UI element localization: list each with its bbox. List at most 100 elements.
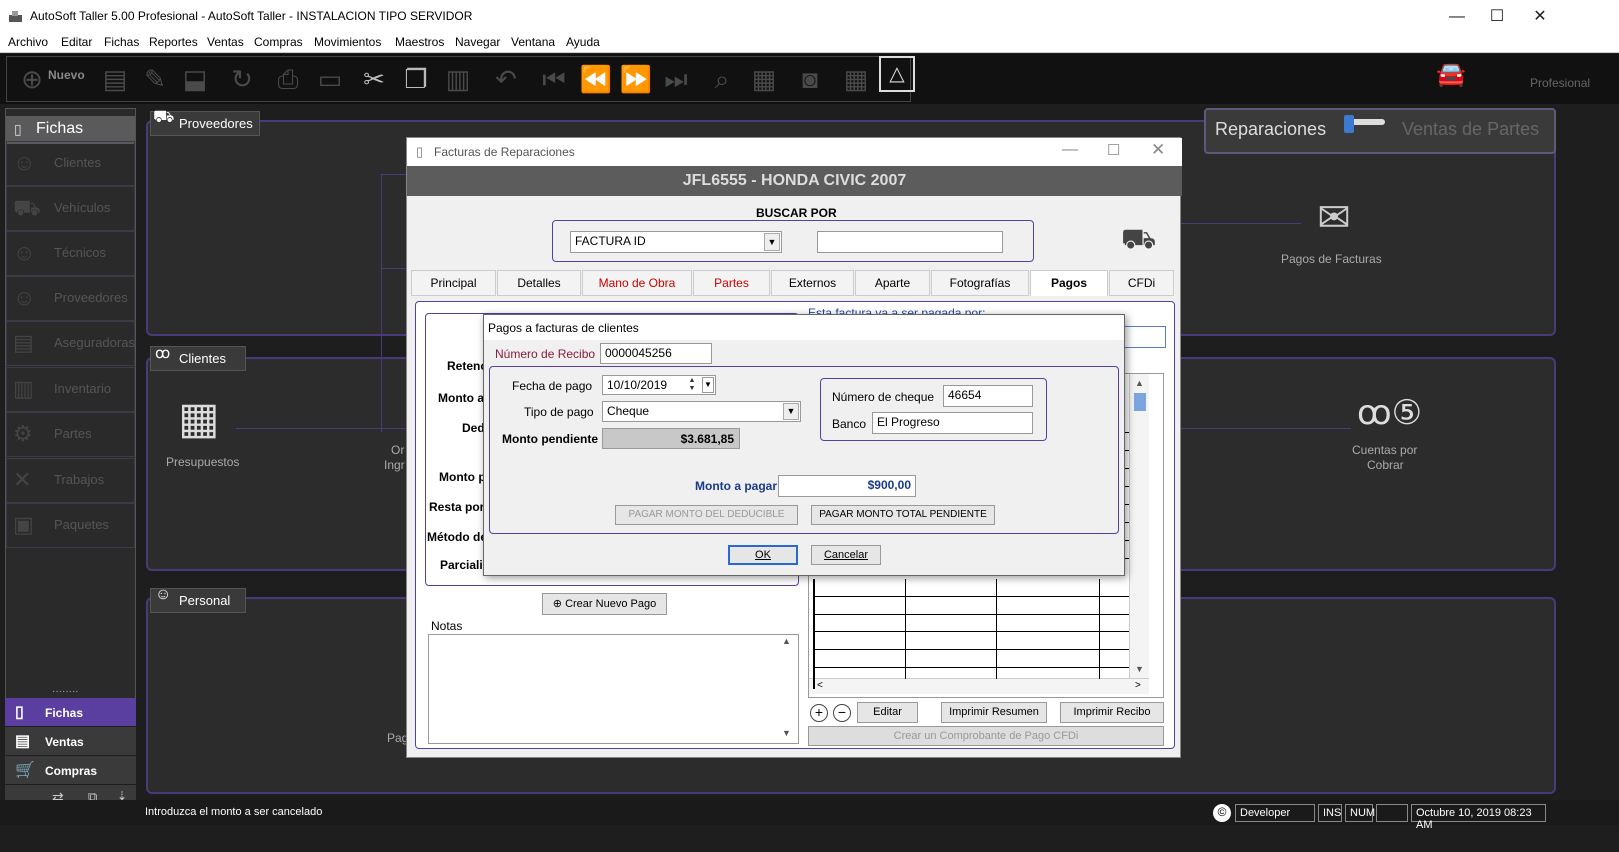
prev-record-icon[interactable]: ⏪ [576, 58, 616, 100]
toggle-knob[interactable] [1344, 115, 1354, 133]
scroll-up-icon[interactable]: ▲ [1135, 378, 1144, 388]
pagos-facturas-label[interactable]: Pagos de Facturas [1281, 252, 1382, 266]
refresh-icon[interactable]: ↻ [222, 58, 262, 100]
minimize-button[interactable]: — [1062, 141, 1078, 159]
crear-cfdi-button[interactable]: Crear un Comprobante de Pago CFDi [808, 726, 1164, 746]
paste-icon[interactable]: ▥ [438, 58, 478, 100]
banco-input[interactable]: El Progreso [872, 412, 1033, 434]
scroll-down-icon[interactable]: ▼ [1135, 664, 1144, 674]
nav-ventas-button[interactable]: ▤ Ventas [5, 727, 136, 755]
scroll-left-icon[interactable]: < [817, 680, 823, 691]
search-value-input[interactable] [817, 231, 1003, 253]
editar-button[interactable]: Editar [857, 702, 918, 723]
grid-hscrollbar[interactable]: < > [809, 678, 1149, 694]
alert-icon[interactable]: △ [879, 56, 915, 92]
resize-grip[interactable]: ········ [52, 686, 79, 697]
sidebar-item-partes[interactable]: ⚙ Partes [6, 412, 135, 457]
tab-cfdi[interactable]: CFDi [1109, 270, 1174, 296]
ok-button[interactable]: OK [728, 545, 798, 565]
menu-ayuda[interactable]: Ayuda [566, 35, 600, 49]
search-icon[interactable]: ⌕ [702, 58, 742, 100]
save-icon[interactable]: ⬓ [175, 58, 215, 100]
sidebar-item-paquetes[interactable]: ▣ Paquetes [6, 503, 135, 548]
presupuestos-icon[interactable]: ▦ [178, 393, 234, 453]
tab-partes[interactable]: Partes [693, 270, 770, 296]
menu-archivo[interactable]: Archivo [8, 35, 48, 49]
grid-icon[interactable]: ▦ [836, 58, 876, 100]
chevron-down-icon[interactable]: ▼ [764, 233, 780, 251]
date-stepper-icon[interactable]: ▲ ▼ [684, 377, 700, 393]
imprimir-resumen-button[interactable]: Imprimir Resumen [941, 702, 1047, 723]
cheque-input[interactable]: 46654 [943, 385, 1033, 407]
sidebar-item-aseguradoras[interactable]: ▤ Aseguradoras [6, 321, 135, 366]
menu-ventana[interactable]: Ventana [511, 35, 555, 49]
menu-maestros[interactable]: Maestros [395, 35, 444, 49]
calendar-dropdown-icon[interactable]: ▼ [702, 377, 714, 393]
next-record-icon[interactable]: ⏩ [616, 58, 656, 100]
nav-compras-button[interactable]: 🛒 Compras [5, 756, 136, 784]
nav-fichas-button[interactable]: ▯ Fichas [5, 698, 136, 726]
tab-pagos[interactable]: Pagos [1030, 270, 1108, 296]
cuentas-label-2[interactable]: Cobrar [1367, 458, 1404, 472]
sidebar-item-trabajos[interactable]: ✕ Trabajos [6, 458, 135, 503]
chevron-down-icon[interactable]: ▼ [783, 403, 799, 420]
presupuestos-label[interactable]: Presupuestos [166, 455, 239, 469]
tab-detalles[interactable]: Detalles [497, 270, 581, 296]
menu-reportes[interactable]: Reportes [149, 35, 198, 49]
scroll-up-icon[interactable]: ▲ [782, 636, 791, 646]
remove-row-icon[interactable]: − [833, 704, 851, 722]
maximize-button[interactable]: ☐ [1477, 4, 1517, 30]
maximize-button[interactable]: ☐ [1107, 141, 1120, 159]
edit-icon[interactable]: ✎ [135, 58, 175, 100]
sidebar-item-vehiculos[interactable]: ⛟ Vehículos [6, 186, 135, 231]
recibo-input[interactable]: 0000045256 [600, 343, 712, 364]
sidebar-item-tecnicos[interactable]: ☺ Técnicos [6, 231, 135, 276]
add-row-icon[interactable]: + [810, 704, 828, 722]
menu-fichas[interactable]: Fichas [104, 35, 139, 49]
last-record-icon[interactable]: ⏭ [656, 58, 696, 100]
toggle-label-ventas[interactable]: Ventas de Partes [1402, 119, 1539, 140]
camera-icon[interactable]: ◙ [790, 58, 830, 100]
monto-input[interactable]: $900,00 [778, 475, 916, 497]
menu-ventas[interactable]: Ventas [207, 35, 244, 49]
open-icon[interactable]: ▤ [95, 58, 135, 100]
tab-principal[interactable]: Principal [411, 270, 496, 296]
pagar-deducible-button[interactable]: PAGAR MONTO DEL DEDUCIBLE [615, 505, 798, 525]
sidebar-item-proveedores[interactable]: ☺ Proveedores [6, 276, 135, 321]
close-button[interactable]: ✕ [1520, 4, 1560, 30]
cut-icon[interactable]: ✂ [354, 58, 394, 100]
notas-textarea[interactable] [428, 634, 799, 744]
first-record-icon[interactable]: ⏮ [534, 58, 574, 100]
new-icon[interactable]: ⊕ [12, 58, 52, 100]
menu-compras[interactable]: Compras [254, 35, 303, 49]
cuentas-label-1[interactable]: Cuentas por [1352, 443, 1417, 457]
new-button-label[interactable]: Nuevo [48, 68, 85, 82]
envelope-icon[interactable]: ✉ [1307, 195, 1361, 247]
cancel-button[interactable]: Cancelar [811, 545, 881, 565]
tab-mano-de-obra[interactable]: Mano de Obra [582, 270, 692, 296]
tab-externos[interactable]: Externos [771, 270, 854, 296]
print-icon[interactable]: ⎙ [268, 58, 308, 100]
search-field-select[interactable]: FACTURA ID [570, 231, 782, 253]
tab-fotografias[interactable]: Fotografías [931, 270, 1029, 296]
screen-icon[interactable]: ▭ [310, 58, 350, 100]
menu-movimientos[interactable]: Movimientos [314, 35, 381, 49]
pagar-total-button[interactable]: PAGAR MONTO TOTAL PENDIENTE [811, 505, 995, 525]
tipo-select[interactable]: Cheque [602, 401, 801, 422]
grid-vscrollbar[interactable]: ▲ ▼ [1129, 374, 1149, 678]
close-button[interactable]: ✕ [1151, 140, 1165, 160]
sidebar-item-inventario[interactable]: ▥ Inventario [6, 367, 135, 412]
scroll-thumb[interactable] [1134, 393, 1146, 411]
scroll-right-icon[interactable]: > [1135, 680, 1141, 691]
undo-icon[interactable]: ↶ [486, 58, 526, 100]
minimize-button[interactable]: — [1437, 4, 1477, 30]
menu-navegar[interactable]: Navegar [455, 35, 500, 49]
menu-editar[interactable]: Editar [61, 35, 92, 49]
toggle-label-reparaciones[interactable]: Reparaciones [1215, 119, 1326, 140]
sidebar-item-clientes[interactable]: ☺ Clientes [6, 141, 135, 186]
cuentas-icon[interactable]: ꝏ⑤ [1357, 393, 1422, 443]
crear-nuevo-pago-button[interactable]: ⊕ Crear Nuevo Pago [542, 593, 667, 615]
imprimir-recibo-button[interactable]: Imprimir Recibo [1060, 702, 1164, 723]
scroll-down-icon[interactable]: ▼ [782, 728, 791, 738]
paid-by-input[interactable] [1123, 326, 1166, 348]
